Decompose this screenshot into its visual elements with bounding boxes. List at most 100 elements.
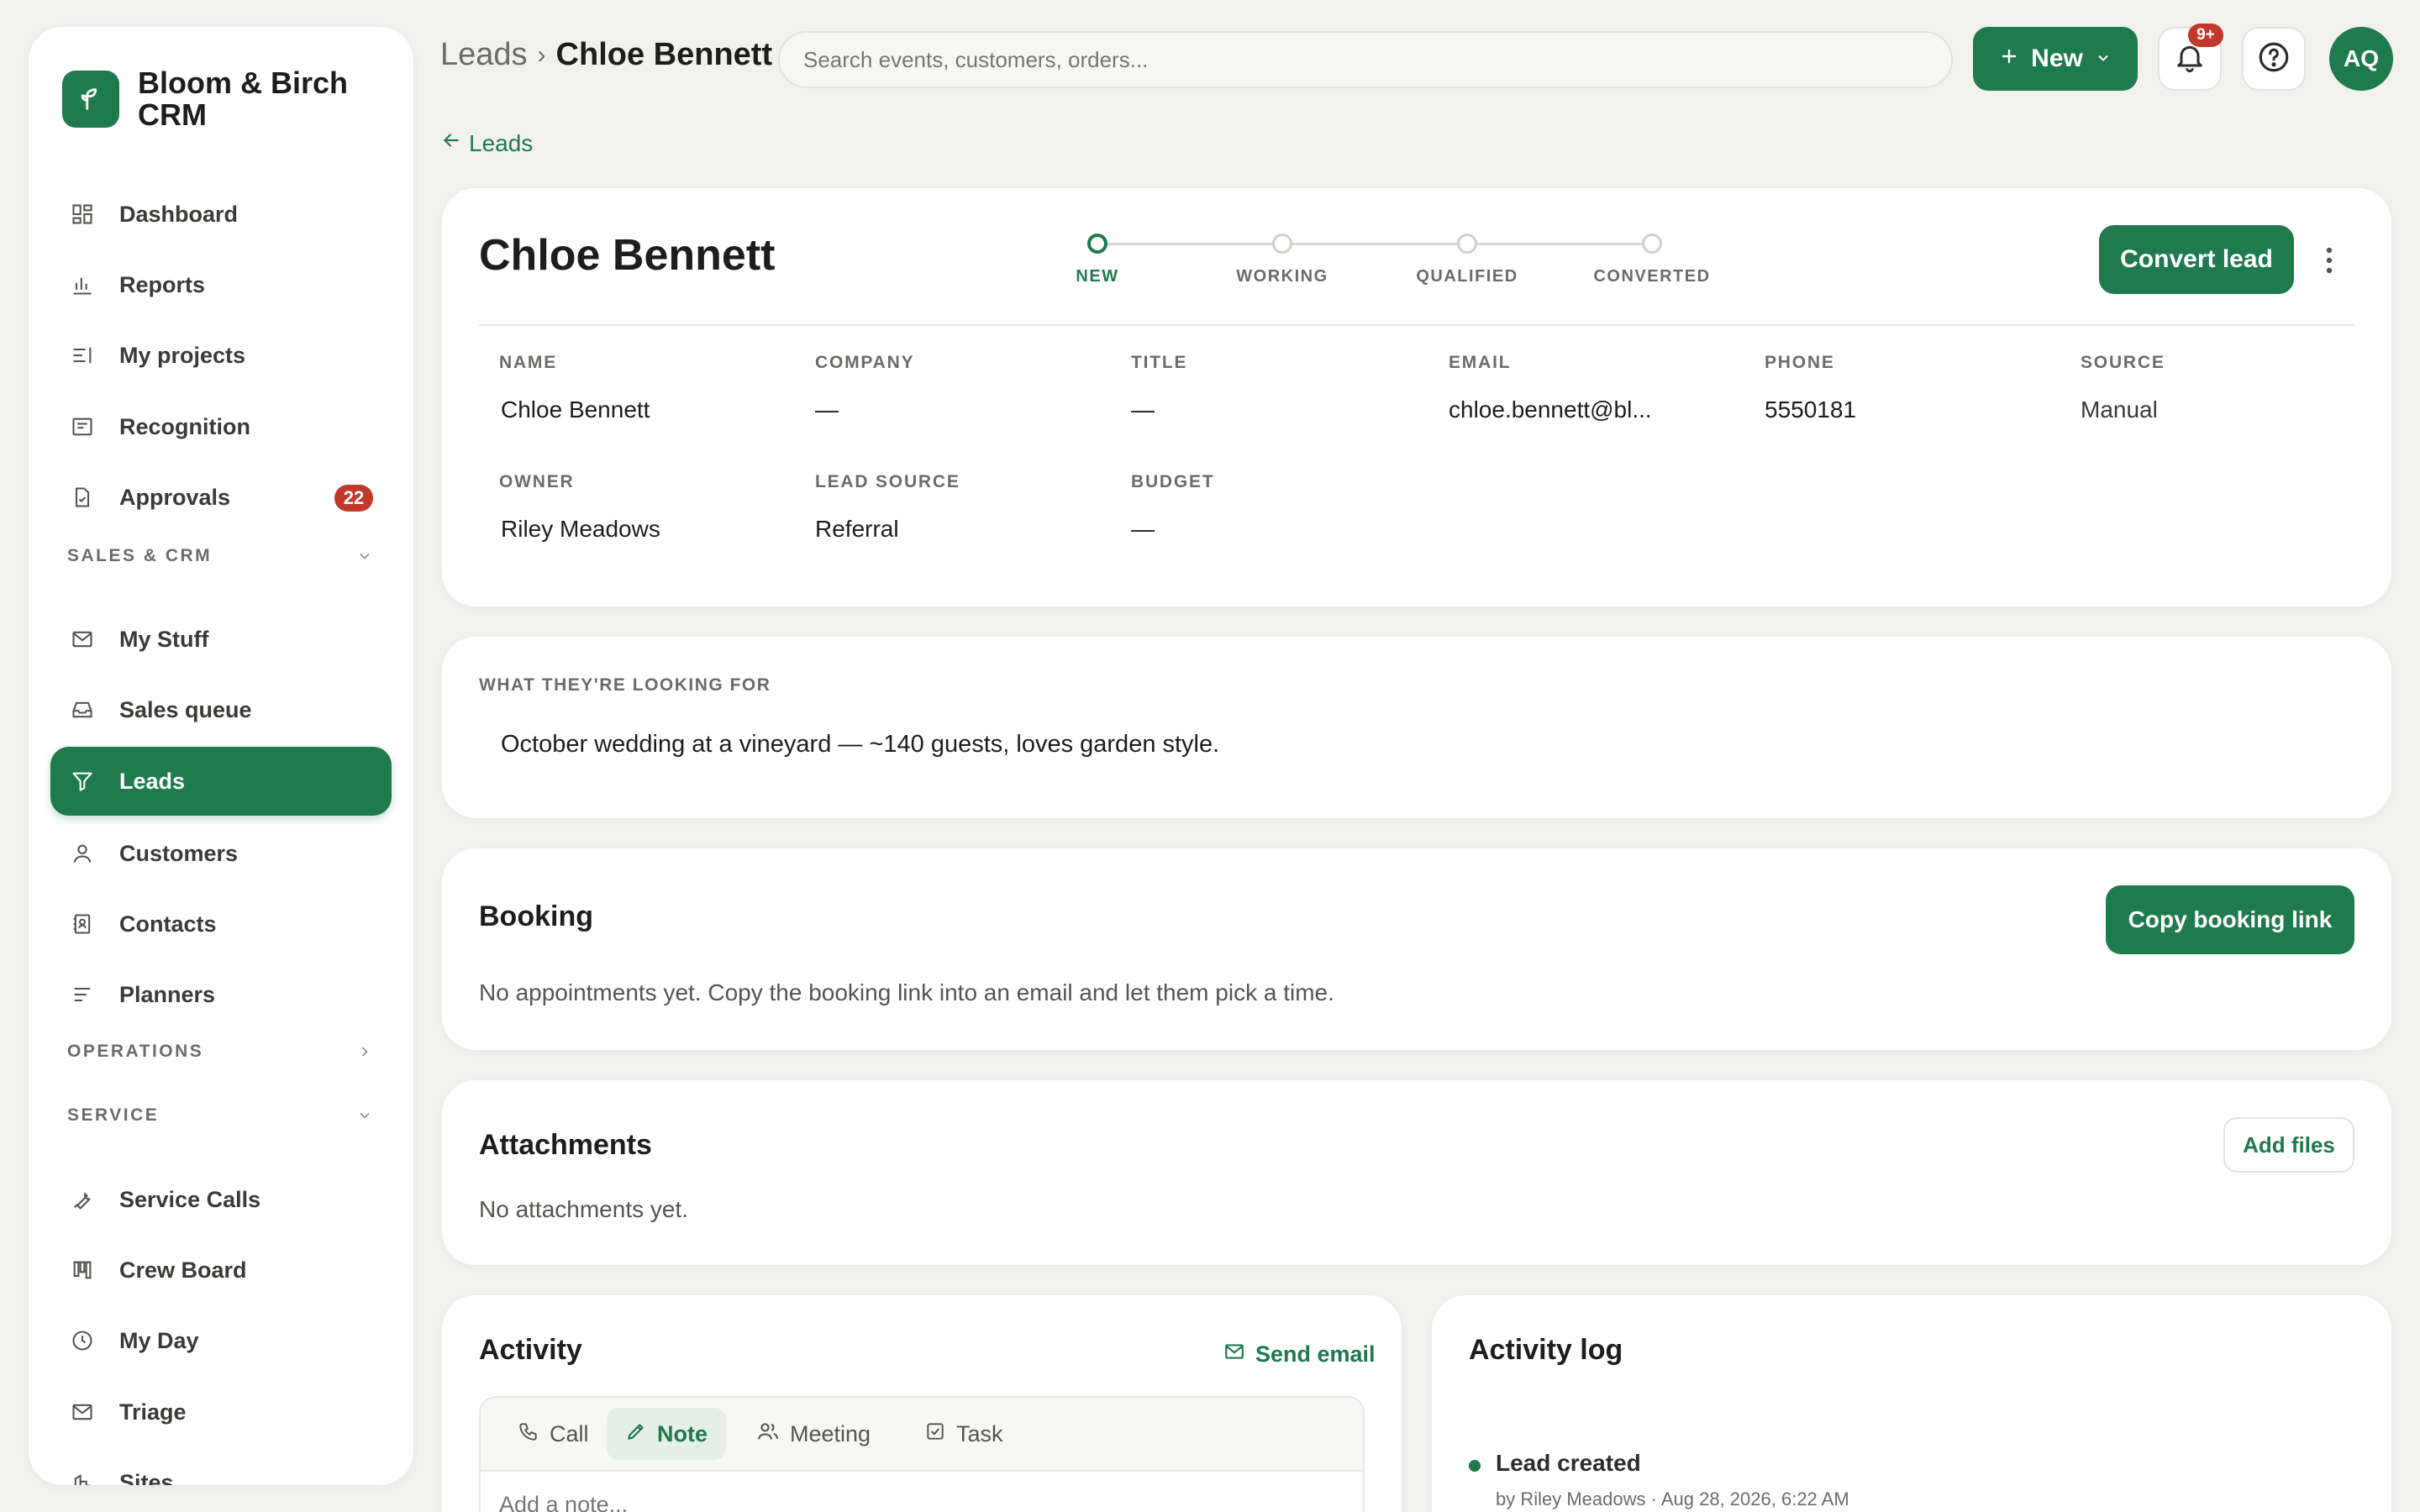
looking-for-text[interactable]: October wedding at a vineyard — ~140 gue… xyxy=(501,731,1219,759)
field-value[interactable]: 5550181 xyxy=(1765,396,2067,423)
stage-dot xyxy=(1457,234,1477,254)
field-value[interactable]: chloe.bennett@bl... xyxy=(1449,396,1751,423)
new-button[interactable]: New xyxy=(1973,27,2138,91)
field-label: BUDGET xyxy=(1131,472,1215,491)
bar-chart-icon xyxy=(71,273,94,297)
copy-booking-link-button[interactable]: Copy booking link xyxy=(2106,885,2354,954)
field-label: LEAD SOURCE xyxy=(815,472,960,491)
stage-new[interactable]: NEW xyxy=(1013,232,1181,286)
text-lines-icon xyxy=(71,983,94,1006)
lead-stage-stepper: NEW WORKING QUALIFIED CONVERTED xyxy=(1076,232,1709,286)
sidebar-item-dashboard[interactable]: Dashboard xyxy=(50,180,392,249)
filter-icon xyxy=(71,769,94,793)
timeline-dot xyxy=(1469,1460,1481,1472)
sidebar-item-label: Reports xyxy=(119,271,206,297)
tab-label: Note xyxy=(657,1420,708,1446)
breadcrumb-parent[interactable]: Leads xyxy=(440,37,528,73)
help-circle-icon xyxy=(2256,39,2291,79)
back-link-label: Leads xyxy=(469,129,534,156)
sidebar-item-customers[interactable]: Customers xyxy=(50,819,392,888)
notifications-badge: 9+ xyxy=(2188,24,2223,47)
stage-qualified[interactable]: QUALIFIED xyxy=(1383,232,1551,286)
convert-lead-button[interactable]: Convert lead xyxy=(2099,225,2294,294)
activity-log-card: Activity log Lead created by Riley Meado… xyxy=(1432,1295,2391,1512)
sidebar-item-crew-board[interactable]: Crew Board xyxy=(50,1236,392,1305)
composer-tabs: Call Note Meeting Task xyxy=(481,1398,1363,1472)
avatar[interactable]: AQ xyxy=(2329,27,2393,91)
sidebar-item-contacts[interactable]: Contacts xyxy=(50,890,392,958)
sidebar-item-service-calls[interactable]: Service Calls xyxy=(50,1165,392,1234)
sidebar-item-recognition[interactable]: Recognition xyxy=(50,392,392,461)
tab-note[interactable]: Note xyxy=(607,1408,726,1460)
sidebar-item-my-stuff[interactable]: My Stuff xyxy=(50,605,392,674)
sidebar-item-label: Planners xyxy=(119,981,216,1007)
more-options-icon[interactable] xyxy=(2321,244,2338,277)
note-input[interactable] xyxy=(499,1492,1255,1512)
sidebar-item-leads[interactable]: Leads xyxy=(50,747,392,816)
chevron-down-icon xyxy=(2095,45,2112,73)
back-to-leads-link[interactable]: Leads xyxy=(440,129,533,157)
log-entry-title: Lead created xyxy=(1496,1450,1641,1476)
field-label: TITLE xyxy=(1131,353,1188,372)
mail-icon xyxy=(71,1400,94,1424)
sidebar-item-label: Contacts xyxy=(119,911,217,937)
attachments-title: Attachments xyxy=(479,1129,652,1161)
field-value[interactable]: — xyxy=(815,396,1118,423)
section-label: SERVICE xyxy=(67,1105,160,1125)
stage-working[interactable]: WORKING xyxy=(1198,232,1366,286)
section-service[interactable]: SERVICE xyxy=(50,1099,392,1132)
stage-dot xyxy=(1087,234,1107,254)
brand[interactable]: Bloom & Birch CRM xyxy=(62,67,390,131)
tab-task[interactable]: Task xyxy=(906,1408,1022,1460)
send-email-button[interactable]: Send email xyxy=(1223,1341,1376,1368)
brand-logo-icon xyxy=(62,71,119,128)
sidebar-item-label: Crew Board xyxy=(119,1257,247,1283)
sidebar: Bloom & Birch CRM Dashboard Reports My p… xyxy=(29,27,413,1485)
sidebar-item-sites[interactable]: Sites xyxy=(50,1448,392,1485)
sidebar-item-label: Triage xyxy=(119,1399,187,1425)
sidebar-item-sales-queue[interactable]: Sales queue xyxy=(50,675,392,744)
users-icon xyxy=(756,1420,780,1449)
chevron-right-icon xyxy=(356,1043,373,1060)
sidebar-item-my-day[interactable]: My Day xyxy=(50,1306,392,1375)
search-input[interactable] xyxy=(778,31,1953,88)
field-owner: OWNER Riley Meadows xyxy=(499,472,802,543)
user-icon xyxy=(71,842,94,865)
field-value: Manual xyxy=(2081,396,2158,423)
sidebar-item-label: Dashboard xyxy=(119,201,239,227)
sidebar-item-reports[interactable]: Reports xyxy=(50,250,392,319)
attachments-card: Attachments Add files No attachments yet… xyxy=(442,1080,2391,1265)
clock-icon xyxy=(71,1329,94,1352)
looking-for-heading: WHAT THEY'RE LOOKING FOR xyxy=(479,675,771,695)
tab-call[interactable]: Call xyxy=(499,1408,608,1460)
building-icon xyxy=(71,1471,94,1485)
help-button[interactable] xyxy=(2242,27,2306,91)
brand-name: Bloom & Birch CRM xyxy=(138,66,349,132)
field-value[interactable]: Referral xyxy=(815,516,1118,543)
section-operations[interactable]: OPERATIONS xyxy=(50,1035,392,1068)
sidebar-item-label: Approvals xyxy=(119,484,231,510)
field-value[interactable]: — xyxy=(1131,396,1434,423)
stage-converted[interactable]: CONVERTED xyxy=(1568,232,1736,286)
stage-label: QUALIFIED xyxy=(1416,267,1518,286)
field-value[interactable]: Chloe Bennett xyxy=(499,396,802,423)
sidebar-item-my-projects[interactable]: My projects xyxy=(50,321,392,390)
sidebar-item-label: My projects xyxy=(119,342,246,368)
field-name: NAME Chloe Bennett xyxy=(499,353,802,423)
add-files-button[interactable]: Add files xyxy=(2223,1117,2354,1173)
tab-meeting[interactable]: Meeting xyxy=(738,1408,889,1460)
field-value[interactable]: Riley Meadows xyxy=(499,516,802,543)
section-sales-crm[interactable]: SALES & CRM xyxy=(50,539,392,573)
sidebar-item-triage[interactable]: Triage xyxy=(50,1378,392,1446)
sidebar-item-planners[interactable]: Planners xyxy=(50,960,392,1029)
field-value[interactable]: — xyxy=(1131,516,1434,543)
checkbox-icon xyxy=(924,1420,946,1448)
looking-for-card: WHAT THEY'RE LOOKING FOR October wedding… xyxy=(442,637,2391,818)
lead-details-card: Chloe Bennett NEW WORKING QUALIFIED CONV… xyxy=(442,188,2391,606)
sidebar-item-approvals[interactable]: Approvals 22 xyxy=(50,463,392,532)
activity-card: Activity Send email Call Note Meeting Ta… xyxy=(442,1295,1402,1512)
phone-icon xyxy=(518,1420,539,1448)
field-label: OWNER xyxy=(499,472,575,491)
section-label: OPERATIONS xyxy=(67,1042,204,1061)
breadcrumb: Leads › Chloe Bennett xyxy=(440,37,772,73)
